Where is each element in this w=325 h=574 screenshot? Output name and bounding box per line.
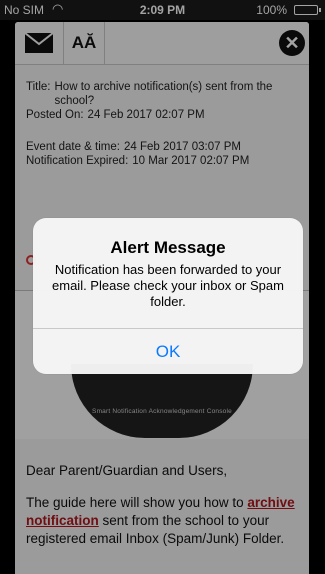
alert-message: Notification has been forwarded to your … — [52, 262, 284, 309]
alert-title: Alert Message — [110, 238, 226, 257]
alert-dialog: Alert Message Notification has been forw… — [33, 218, 303, 374]
ok-button[interactable]: OK — [33, 329, 303, 374]
